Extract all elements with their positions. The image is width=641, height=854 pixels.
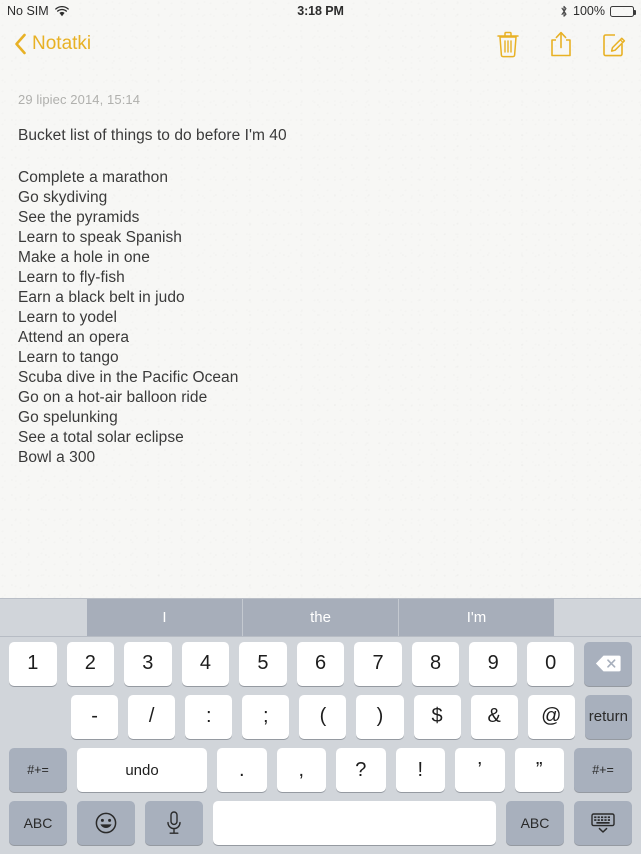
note-list-item: Learn to speak Spanish [18,229,182,246]
note-item-list: Complete a marathon Go skydiving See the p… [18,168,623,468]
key-dollar[interactable]: $ [413,694,461,739]
symbol-shift-left-key[interactable]: #+= [9,748,67,793]
key-9[interactable]: 9 [469,641,517,686]
status-bar-right: 100% [560,4,636,18]
key-ampersand[interactable]: & [470,694,518,739]
note-list-item: Go skydiving [18,189,108,206]
key-2[interactable]: 2 [66,641,115,686]
note-timestamp: 29 lipiec 2014, 15:14 [18,92,141,107]
note-list-item: See the pyramids [18,209,140,226]
key-6[interactable]: 6 [296,641,345,686]
predictive-right-pad [554,599,641,636]
prediction-candidate-3[interactable]: I'm [398,599,554,636]
hide-keyboard-icon[interactable] [574,801,632,846]
key-3[interactable]: 3 [124,641,172,686]
note-list-item: Complete a marathon [18,169,169,186]
return-key[interactable]: return [584,694,632,739]
backspace-icon[interactable] [584,641,633,686]
note-list-item: Earn a black belt in judo [18,289,185,306]
battery-percent-label: 100% [573,4,605,18]
key-colon[interactable]: : [185,694,233,739]
note-list-item: Go on a hot-air balloon ride [18,389,208,406]
chevron-left-icon [14,33,27,55]
key-8[interactable]: 8 [411,641,460,686]
note-list-item: Go spelunking [18,409,118,426]
microphone-icon[interactable] [145,801,203,846]
key-exclamation[interactable]: ! [395,748,445,793]
note-list-item: Scuba dive in the Pacific Ocean [18,369,239,386]
note-list-item: See a total solar eclipse [18,429,184,446]
prediction-candidate-1[interactable]: I [87,599,242,636]
bluetooth-icon [560,5,568,18]
key-4[interactable]: 4 [181,641,230,686]
key-apostrophe[interactable]: ’ [455,748,505,793]
keyboard-row-bottom: ABC ABC [0,797,641,854]
key-0[interactable]: 0 [526,641,575,686]
trash-icon[interactable] [495,30,521,58]
note-list-item: Learn to fly-fish [18,269,125,286]
key-slash[interactable]: / [128,694,176,739]
note-list-item: Learn to tango [18,349,119,366]
keyboard-row-symbols: - / : ; ( ) $ & @ return [0,690,641,743]
prediction-candidate-2[interactable]: the [242,599,398,636]
navigation-bar: Notatki [0,22,641,66]
key-1[interactable]: 1 [9,641,57,686]
abc-right-key[interactable]: ABC [506,801,564,846]
compose-icon[interactable] [601,30,627,58]
key-7[interactable]: 7 [354,641,402,686]
note-list-item: Attend an opera [18,329,130,346]
key-at[interactable]: @ [527,694,575,739]
predictive-left-pad [0,599,87,636]
note-title: Bucket list of things to do before I'm 4… [18,127,287,144]
key-quote[interactable]: ” [514,748,564,793]
symbol-shift-right-key[interactable]: #+= [574,748,632,793]
keyboard-row-numbers: 1 2 3 4 5 6 7 8 9 0 [0,637,641,690]
back-button-label: Notatki [32,33,92,54]
on-screen-keyboard: I the I'm 1 2 3 4 5 6 7 8 9 0 - /: ; (… [0,598,641,854]
key-paren-open[interactable]: ( [299,694,347,739]
key-question[interactable]: ? [336,748,386,793]
space-key[interactable] [213,801,496,846]
note-content[interactable]: 29 lipiec 2014, 15:14 Bucket list of thi… [0,66,641,598]
note-list-item: Make a hole in one [18,249,150,266]
status-bar-clock: 3:18 PM [0,0,641,22]
back-button[interactable]: Notatki [14,33,91,55]
abc-left-key[interactable]: ABC [9,801,67,846]
clock-label: 3:18 PM [297,4,344,18]
key-semicolon[interactable]: ; [242,694,290,739]
key-5[interactable]: 5 [239,641,287,686]
emoji-smiley-icon[interactable] [77,801,135,846]
predictive-text-bar: I the I'm [0,599,641,637]
note-list-item: Learn to yodel [18,309,117,326]
keyboard-row-punctuation: #+= undo . , ? ! ’ ” #+= [0,744,641,797]
battery-icon [610,5,636,17]
undo-key[interactable]: undo [77,748,207,793]
key-paren-close[interactable]: ) [356,694,404,739]
navigation-actions [495,30,627,58]
note-list-item: Bowl a 300 [18,449,96,466]
key-period[interactable]: . [217,748,267,793]
key-hyphen[interactable]: - [71,694,119,739]
key-comma[interactable]: , [276,748,326,793]
share-icon[interactable] [548,30,574,58]
notes-app-screen: No SIM 3:18 PM 100% Notatki 29 lipiec 20… [0,0,641,854]
status-bar: No SIM 3:18 PM 100% [0,0,641,22]
